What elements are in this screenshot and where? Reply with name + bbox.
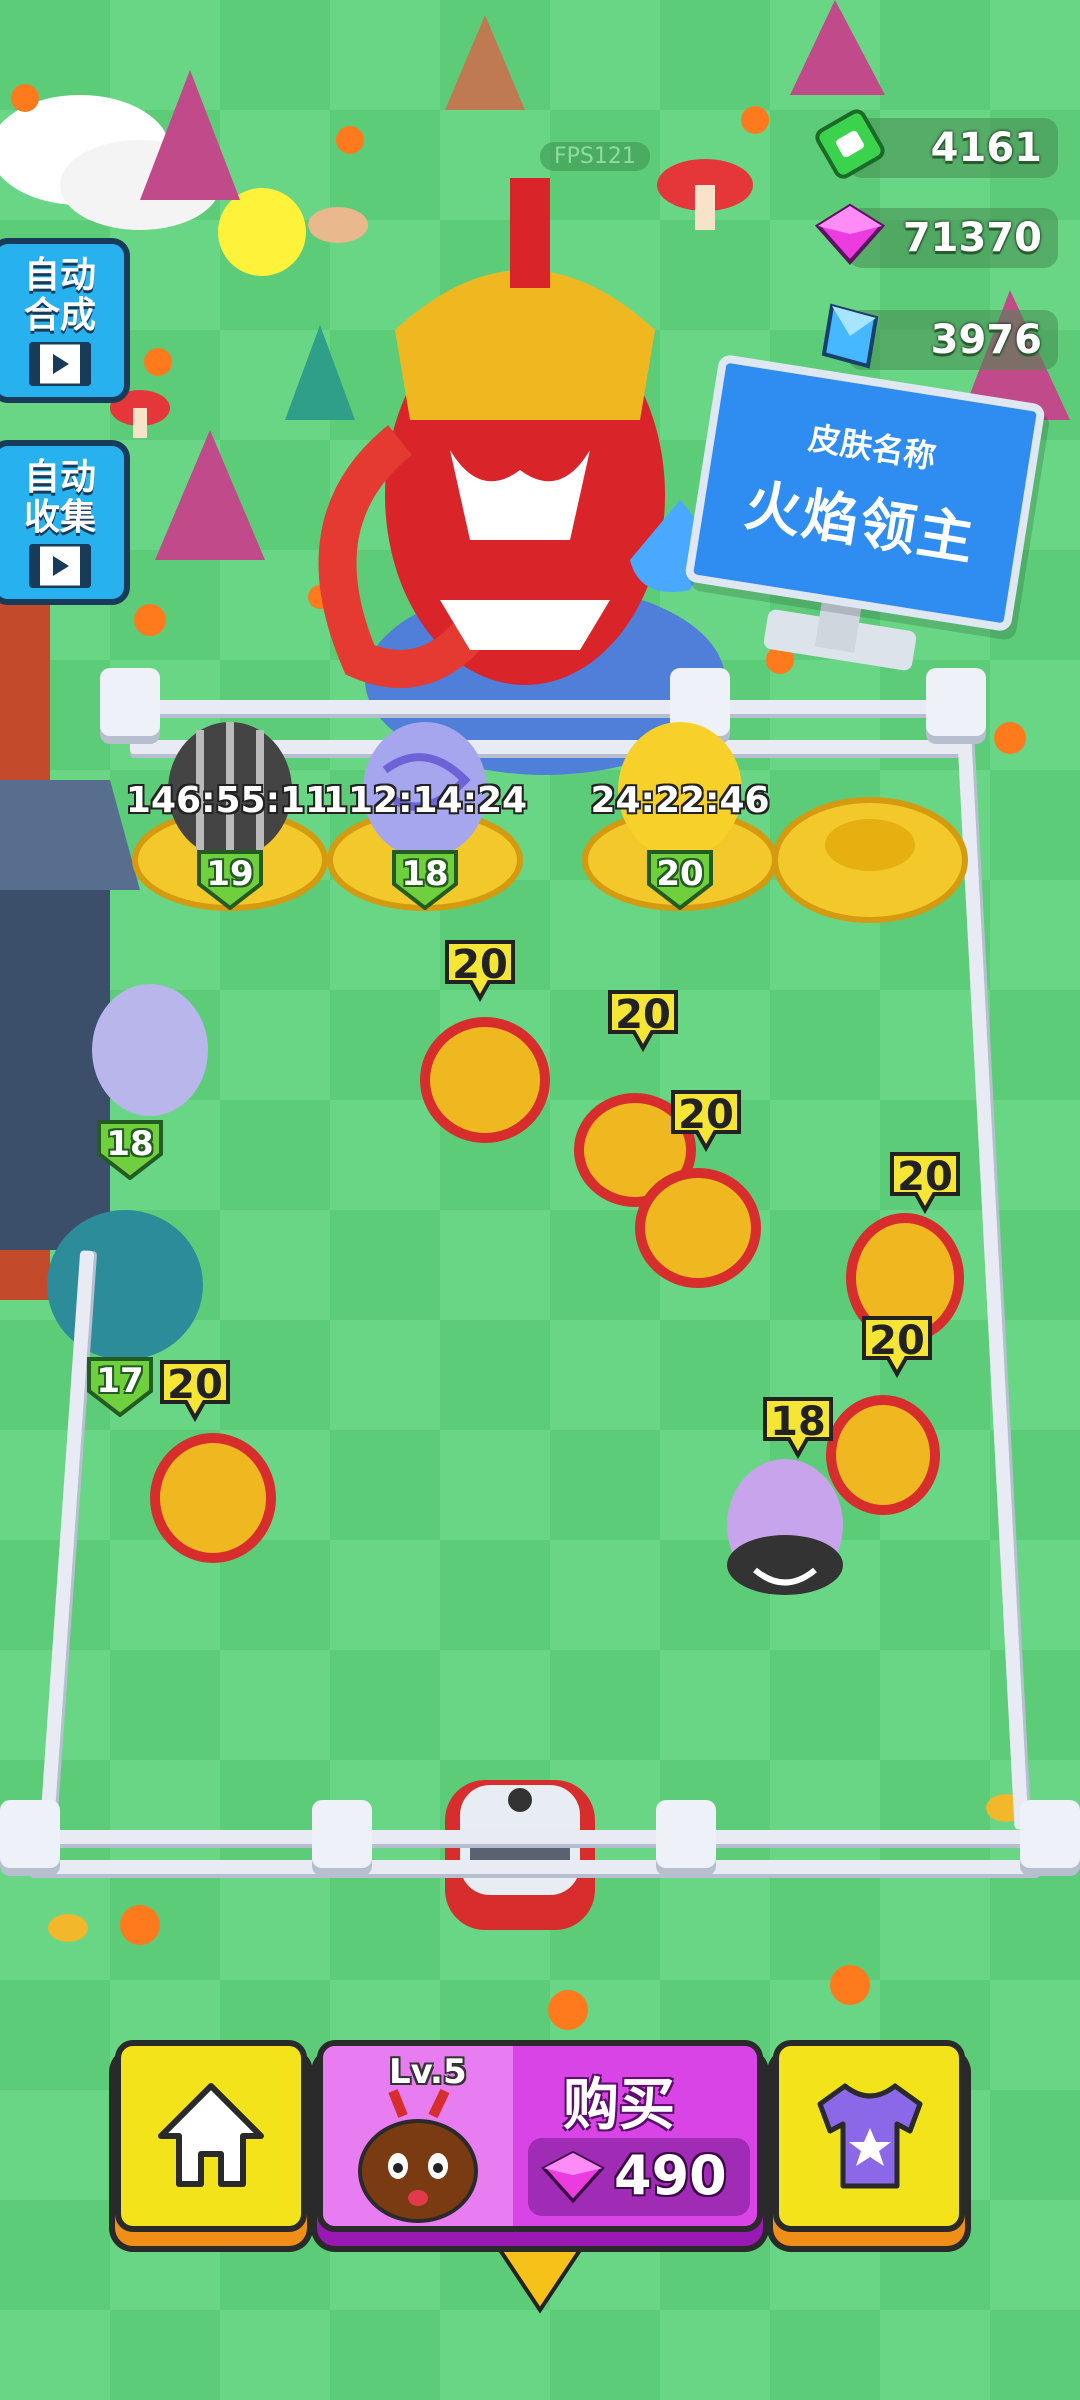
fence-bottom <box>30 1830 1040 1844</box>
creature-level-tag: 20 <box>606 988 680 1053</box>
buy-price-value: 490 <box>614 2144 727 2207</box>
skins-button[interactable] <box>773 2040 965 2232</box>
nest-icon <box>772 797 968 923</box>
home-icon <box>158 2083 264 2187</box>
buy-label: 购买 <box>563 2073 675 2138</box>
nest-timer: 112:14:24 <box>322 780 528 821</box>
fence-post <box>312 1800 372 1868</box>
creature-level-tag: 20 <box>888 1150 962 1215</box>
fence-post <box>656 1800 716 1868</box>
creature-level-tag: 20 <box>669 1088 743 1153</box>
egg-level-badge: 18 <box>390 848 460 910</box>
creature-icon <box>150 1433 276 1563</box>
creature-icon <box>727 1459 843 1595</box>
creature-icon <box>420 1017 550 1143</box>
nest-timer: 146:55:11 <box>125 780 331 821</box>
creature-level-tag: 20 <box>158 1358 232 1423</box>
home-button[interactable] <box>115 2040 307 2232</box>
chevron-down-icon <box>496 2248 584 2314</box>
pink-gem-icon <box>541 2150 605 2204</box>
shirt-star-icon <box>817 2083 923 2189</box>
fence-post <box>1020 1800 1080 1868</box>
buy-level-label: Lv.5 <box>389 2052 467 2092</box>
creature-preview-icon <box>358 2088 478 2223</box>
creature-icon <box>826 1395 940 1515</box>
coin-icon <box>48 1914 88 1942</box>
creature-icon <box>635 1168 761 1288</box>
egg-icon <box>47 1210 203 1360</box>
creature-level-tag: 20 <box>860 1314 934 1379</box>
egg-level-badge: 19 <box>195 848 265 910</box>
buy-creature-button[interactable]: Lv.5 购买 490 <box>317 2040 763 2232</box>
egg-icon <box>92 984 208 1116</box>
fence-post <box>0 1800 60 1868</box>
nests-layer <box>132 722 968 923</box>
spawner-machine-icon <box>445 1780 595 1930</box>
fence-bottom <box>30 1860 1040 1874</box>
buy-price: 490 <box>528 2138 750 2216</box>
creature-level-tag: 18 <box>761 1395 835 1460</box>
egg-level-badge: 17 <box>85 1355 155 1417</box>
creature-level-tag: 20 <box>443 938 517 1003</box>
nest-timer: 24:22:46 <box>590 780 770 821</box>
egg-level-badge: 20 <box>645 848 715 910</box>
egg-level-badge: 18 <box>95 1118 165 1180</box>
